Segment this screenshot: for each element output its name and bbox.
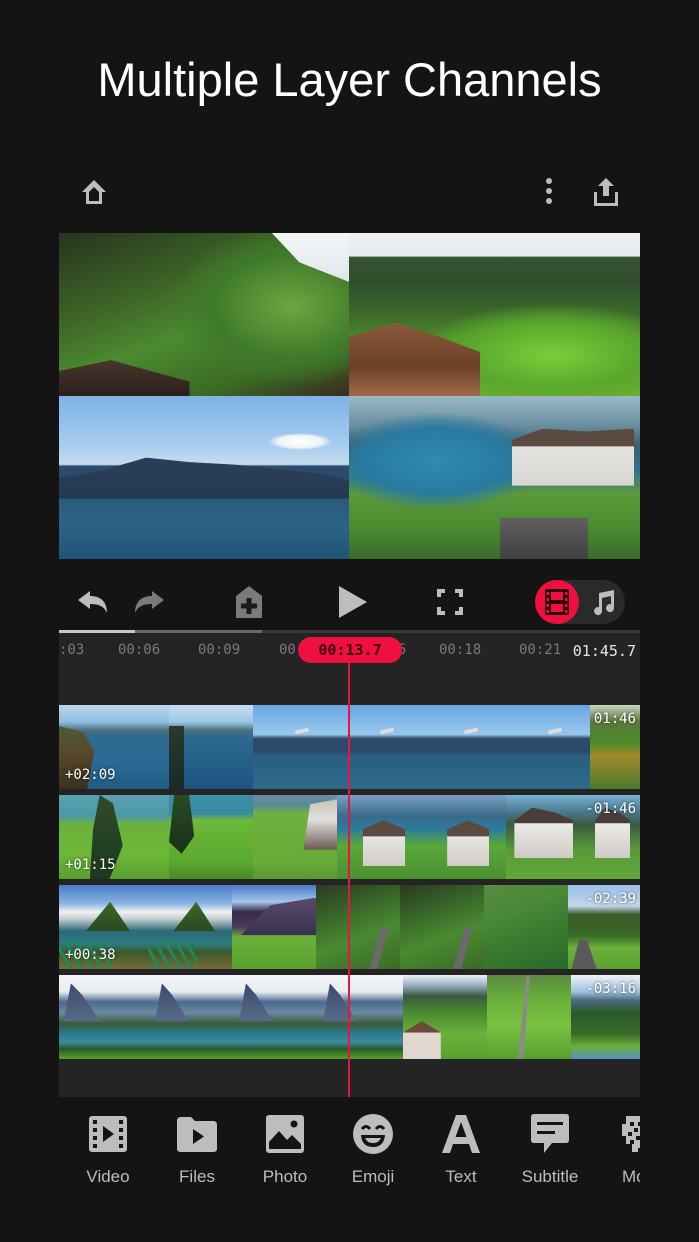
redo-icon xyxy=(135,591,164,613)
track-offset-label: +01:15 xyxy=(65,857,116,873)
video-preview[interactable] xyxy=(59,233,640,559)
clip-thumbnail xyxy=(506,795,590,879)
playhead-line[interactable] xyxy=(348,660,350,1097)
tool-label: Mos xyxy=(621,1167,640,1186)
track-end-label: -02:39 xyxy=(585,891,636,907)
more-options-button[interactable] xyxy=(533,172,565,212)
progress-played xyxy=(59,630,135,633)
ruler-tick: :03 xyxy=(59,642,85,658)
play-button[interactable] xyxy=(332,582,372,622)
clip-thumbnail xyxy=(169,705,253,789)
ruler-tick: 00 xyxy=(279,642,296,658)
tool-label: Files xyxy=(179,1167,215,1186)
clip-thumbnail xyxy=(148,885,232,969)
add-keyframe-icon xyxy=(236,586,262,618)
page-headline: Multiple Layer Channels xyxy=(97,53,602,106)
tool-mosaic[interactable]: Mos xyxy=(594,1100,640,1200)
track-end-label: -01:46 xyxy=(585,801,636,817)
track-end-label: -03:16 xyxy=(585,981,636,997)
export-button[interactable] xyxy=(586,172,626,212)
clip-thumbnail xyxy=(506,705,590,789)
undo-icon xyxy=(78,591,107,613)
undo-button[interactable] xyxy=(74,585,112,619)
photo-icon xyxy=(266,1115,304,1153)
track-end-label: 01:46 xyxy=(593,711,636,727)
tool-label: Text xyxy=(445,1167,477,1186)
tool-photo[interactable]: Photo xyxy=(241,1100,329,1200)
total-duration: 01:45.7 xyxy=(572,642,636,660)
tool-emoji[interactable]: Emoji xyxy=(329,1100,417,1200)
tool-label: Subtitle xyxy=(521,1167,579,1186)
subtitle-icon xyxy=(531,1114,569,1153)
playhead-time-badge[interactable]: 00:13.7 xyxy=(298,637,402,663)
timeline-progress-bar[interactable] xyxy=(59,630,640,633)
clip-thumbnail xyxy=(59,975,151,1059)
clip-thumbnail xyxy=(235,975,319,1059)
mosaic-icon xyxy=(622,1116,640,1152)
emoji-icon xyxy=(353,1114,393,1154)
preview-tile-rail-hillside[interactable] xyxy=(59,233,349,396)
tool-label: Video xyxy=(86,1167,130,1186)
home-button[interactable] xyxy=(74,172,114,212)
audio-mode-button[interactable] xyxy=(581,580,625,624)
clip-thumbnail xyxy=(232,885,316,969)
clip-thumbnail xyxy=(253,705,337,789)
text-icon xyxy=(442,1115,480,1153)
preview-tile-lake-seagull[interactable] xyxy=(59,396,349,559)
add-media-toolbar: Video Files Photo Emoji Text Subtitle M xyxy=(59,1100,640,1210)
clip-thumbnail xyxy=(253,795,337,879)
ruler-tick: 00:06 xyxy=(118,642,161,658)
clip-thumbnail xyxy=(484,885,568,969)
track-mode-toggle[interactable] xyxy=(535,580,625,624)
fullscreen-button[interactable] xyxy=(431,584,469,620)
film-icon xyxy=(545,589,569,615)
redo-button[interactable] xyxy=(130,585,168,619)
tool-label: Photo xyxy=(262,1167,308,1186)
share-upload-icon xyxy=(594,178,618,206)
ruler-tick: 00:21 xyxy=(519,642,562,658)
clip-thumbnail xyxy=(151,975,235,1059)
preview-tile-lakeside-town[interactable] xyxy=(349,396,640,559)
home-icon xyxy=(82,180,106,204)
clip-thumbnail xyxy=(422,705,506,789)
ruler-tick: 00:18 xyxy=(439,642,482,658)
tool-files[interactable]: Files xyxy=(153,1100,241,1200)
tool-video[interactable]: Video xyxy=(64,1100,152,1200)
video-mode-button[interactable] xyxy=(535,580,579,624)
tool-subtitle[interactable]: Subtitle xyxy=(506,1100,594,1200)
clip-thumbnail xyxy=(319,975,403,1059)
folder-play-icon xyxy=(177,1117,217,1152)
video-clip-icon xyxy=(89,1116,127,1152)
play-icon xyxy=(339,586,367,618)
clip-thumbnail xyxy=(403,975,487,1059)
add-keyframe-button[interactable] xyxy=(232,583,266,621)
preview-tile-alpine-valley[interactable] xyxy=(349,233,640,396)
music-note-icon xyxy=(594,590,615,616)
track-offset-label: +00:38 xyxy=(65,947,116,963)
clip-thumbnail xyxy=(400,885,484,969)
clip-thumbnail xyxy=(169,795,253,879)
fullscreen-icon xyxy=(437,589,463,615)
clip-thumbnail xyxy=(422,795,506,879)
more-vertical-icon xyxy=(546,178,552,204)
tool-label: Emoji xyxy=(351,1167,395,1186)
clip-thumbnail xyxy=(487,975,571,1059)
clip-thumbnail xyxy=(316,885,400,969)
ruler-tick: 00:09 xyxy=(198,642,241,658)
tool-text[interactable]: Text xyxy=(417,1100,505,1200)
track-offset-label: +02:09 xyxy=(65,767,116,783)
